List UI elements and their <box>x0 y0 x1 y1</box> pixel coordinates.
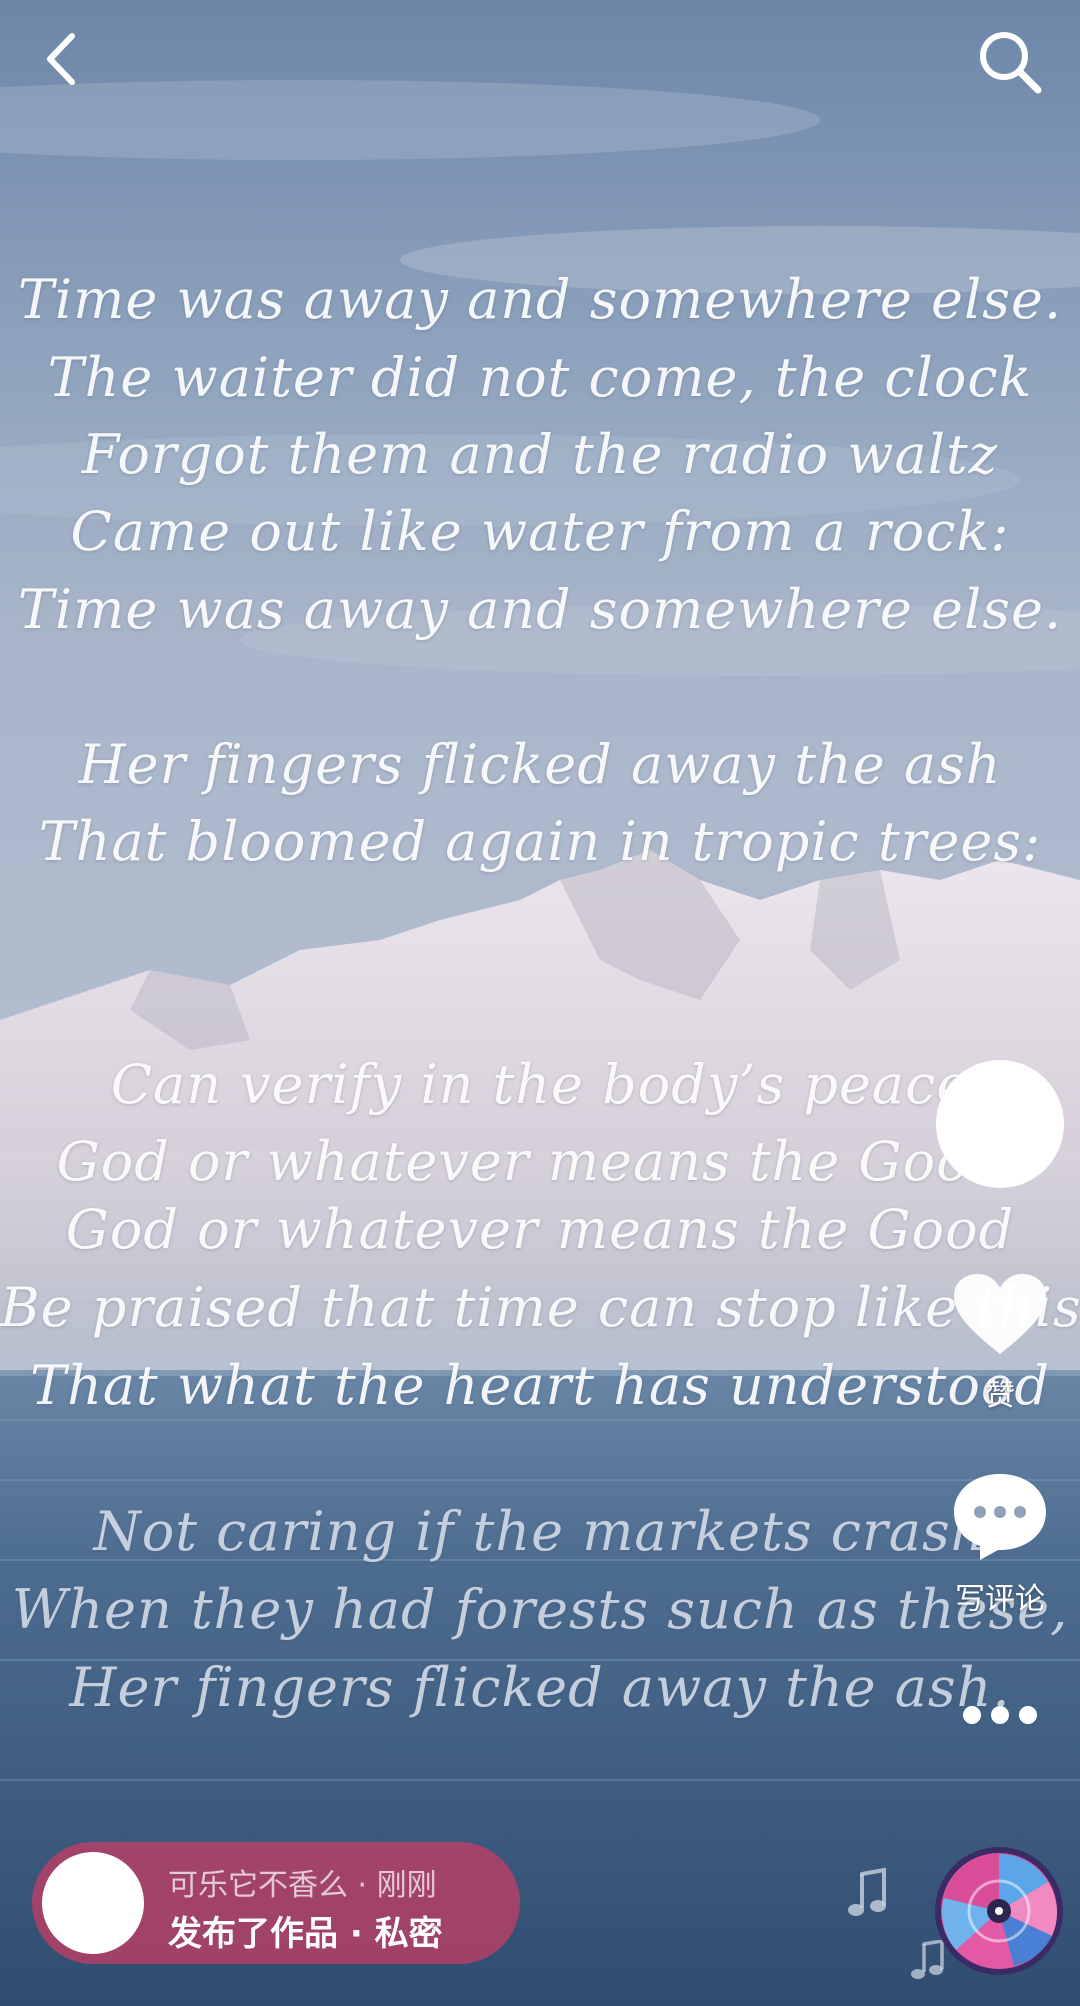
poem-line: God or whatever means the Good. <box>56 1130 1024 1193</box>
like-button[interactable] <box>950 1270 1050 1360</box>
more-button[interactable] <box>960 1695 1040 1735</box>
poem-line: That bloomed again in tropic trees: <box>38 810 1042 873</box>
comment-button[interactable] <box>950 1470 1050 1562</box>
poem-line: That what the heart has understood <box>30 1354 1050 1417</box>
music-note-icon <box>848 1868 886 1916</box>
poem-line: Time was away and somewhere else. <box>17 268 1063 331</box>
poem-line: Time was away and somewhere else. <box>17 578 1063 641</box>
music-note-icon <box>911 1940 944 1979</box>
poem-line: Her fingers flicked away the ash. <box>69 1656 1011 1719</box>
user-avatar <box>42 1852 144 1954</box>
publish-info-pill[interactable]: 可乐它不香么 · 刚刚 发布了作品 · 私密 <box>32 1842 520 1964</box>
poem-line: Came out like water from a rock: <box>70 500 1010 563</box>
poem-line: Her fingers flicked away the ash <box>78 733 1002 796</box>
poem-line: The waiter did not come, the clock <box>47 346 1033 409</box>
back-button[interactable] <box>28 22 92 96</box>
poem-line: Forgot them and the radio waltz <box>81 423 999 486</box>
comment-label: 写评论 <box>955 1582 1045 1617</box>
more-dots-icon <box>963 1706 1037 1724</box>
poem-line: Be praised that time can stop like this, <box>0 1276 1080 1339</box>
publish-user-line: 可乐它不香么 · 刚刚 <box>168 1868 437 1903</box>
poem-line: When they had forests such as these, <box>11 1578 1069 1641</box>
like-label: 赞 <box>985 1378 1015 1413</box>
video-post-screen: Time was away and somewhere else. The wa… <box>0 0 1080 2006</box>
poem-line: Can verify in the body’s peace <box>110 1053 970 1116</box>
heart-icon <box>954 1274 1046 1354</box>
music-disc-button[interactable] <box>934 1846 1064 1976</box>
search-button[interactable] <box>972 24 1048 100</box>
chevron-left-icon <box>47 33 75 85</box>
author-avatar[interactable] <box>936 1060 1064 1188</box>
search-icon <box>980 32 1042 94</box>
poem-line: God or whatever means the Good <box>65 1198 1015 1261</box>
speech-bubble-icon <box>954 1474 1046 1560</box>
poem-line: Not caring if the markets crash <box>93 1500 987 1563</box>
publish-status-line: 发布了作品 · 私密 <box>168 1914 443 1954</box>
